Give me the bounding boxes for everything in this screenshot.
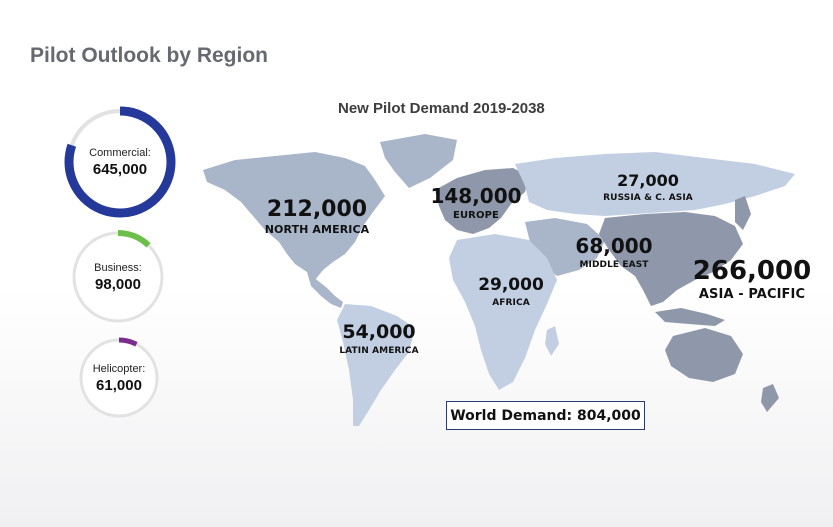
helicopter-label: Helicopter: [92,362,146,375]
asia-pacific-name: ASIA - PACIFIC [698,287,806,303]
commercial-gauge: Commercial: 645,000 [62,104,178,220]
russia-name: RUSSIA & C. ASIA [603,192,693,203]
region-middle-east: 68,000 MIDDLE EAST [568,234,660,271]
japan-shape [735,196,751,230]
region-north-america: 212,000 NORTH AMERICA [258,198,376,236]
region-africa: 29,000 AFRICA [474,275,548,308]
europe-name: EUROPE [453,210,499,221]
middle-east-value: 68,000 [575,234,653,258]
madagascar-shape [545,326,559,356]
indonesia-shape [655,308,725,326]
business-value: 98,000 [95,275,141,293]
russia-value: 27,000 [617,171,679,190]
greenland-shape [380,134,457,188]
north-america-value: 212,000 [266,197,368,222]
helicopter-value: 61,000 [96,376,142,394]
latin-america-value: 54,000 [342,321,416,343]
africa-value: 29,000 [478,275,544,295]
map-title: New Pilot Demand 2019-2038 [338,100,545,117]
commercial-value: 645,000 [92,160,148,178]
central-america-shape [307,272,343,308]
world-demand-box: World Demand: 804,000 [446,401,645,430]
region-russia: 27,000 RUSSIA & C. ASIA [596,171,700,203]
region-asia-pacific: 266,000 ASIA - PACIFIC [690,256,814,303]
business-gauge: Business: 98,000 [69,228,167,326]
commercial-label: Commercial: [89,146,151,159]
australia-shape [665,328,743,382]
region-latin-america: 54,000 LATIN AMERICA [334,321,424,356]
business-label: Business: [94,261,142,274]
helicopter-gauge: Helicopter: 61,000 [77,336,161,420]
europe-value: 148,000 [430,184,522,208]
region-europe: 148,000 EUROPE [428,184,524,222]
middle-east-name: MIDDLE EAST [579,260,649,270]
asia-pacific-value: 266,000 [692,256,812,286]
latin-america-name: LATIN AMERICA [339,345,419,356]
africa-shape [449,234,557,390]
page-title: Pilot Outlook by Region [30,44,268,67]
north-america-name: NORTH AMERICA [264,223,370,237]
new-zealand-shape [761,384,779,412]
africa-name: AFRICA [492,297,530,308]
